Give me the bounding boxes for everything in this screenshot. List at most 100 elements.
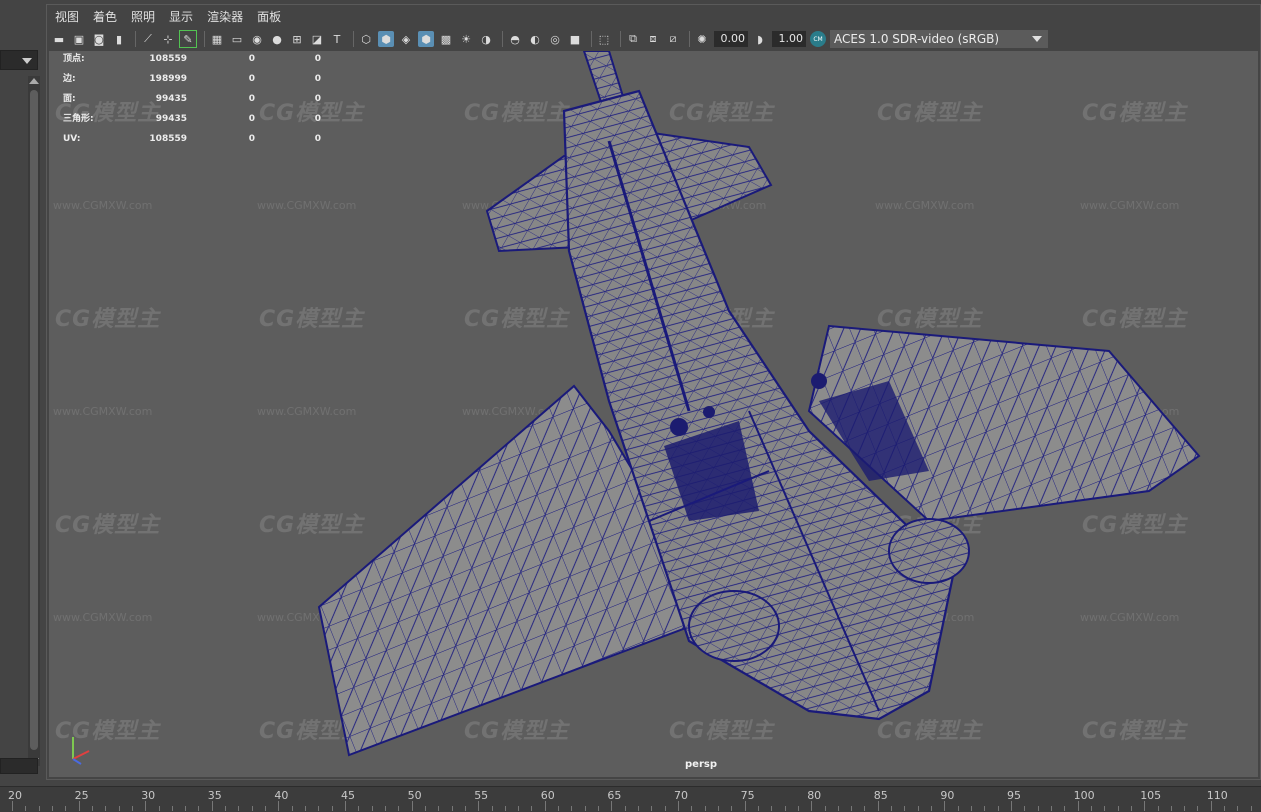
timeline-tick [531, 806, 533, 811]
timeline-tick [797, 806, 799, 811]
motion-blur-icon[interactable]: ◐ [527, 31, 543, 47]
timeline-tick [1197, 806, 1199, 811]
timeline-tick [1090, 806, 1092, 811]
timeline-tick [704, 806, 706, 811]
left-panel [0, 0, 44, 780]
isolate-select-icon[interactable]: ⬚ [596, 31, 612, 47]
panel-toolbar: ▬ ▣ ◙ ▮ ⟋ ⊹ ✎ ▦ ▭ ◉ ● ⊞ ◪ T ⬡ ⬢ ◈ ⬢ ▩ ☀ … [47, 27, 1260, 51]
gamma-icon[interactable]: ◗ [752, 31, 768, 47]
grid-icon[interactable]: ▦ [209, 31, 225, 47]
hud-v3: 0 [314, 134, 321, 144]
camera-icon[interactable]: ▬ [51, 31, 67, 47]
menu-shading[interactable]: 着色 [93, 8, 117, 25]
timeline-tick-label: 70 [674, 789, 688, 802]
timeline-tick-label: 95 [1007, 789, 1021, 802]
grease-pencil-icon[interactable]: ✎ [179, 30, 197, 48]
textured-icon[interactable]: ▩ [438, 31, 454, 47]
panel-menu-bar: 视图 着色 照明 显示 渲染器 面板 [47, 5, 1260, 27]
safe-title-icon[interactable]: T [329, 31, 345, 47]
exposure-icon[interactable]: ✺ [694, 31, 710, 47]
timeline-tick [717, 806, 719, 811]
left-bottom-field[interactable] [0, 758, 38, 774]
timeline-tick [105, 806, 107, 811]
timeline-tick [518, 806, 520, 811]
poly-count-hud: 顶点: 108559 0 0 边: 198999 0 0 面: 99435 0 0 三角形: 99435 0… [63, 53, 321, 153]
film-gate-icon[interactable]: ▭ [229, 31, 245, 47]
timeline-tick [78, 801, 80, 811]
toolbar-divider [689, 31, 690, 47]
timeline-tick [771, 806, 773, 811]
xray-icon[interactable]: ⧉ [625, 31, 641, 47]
hull-port [670, 418, 688, 436]
scrollbar-thumb[interactable] [30, 90, 38, 750]
timeline-tick [1011, 801, 1012, 811]
ambient-occlusion-icon[interactable]: ◓ [507, 31, 523, 47]
timeline-tick [1077, 801, 1079, 811]
toolbar-divider [135, 31, 136, 47]
hud-v3: 0 [314, 54, 321, 64]
timeline-tick [931, 806, 932, 811]
model-panel: 视图 着色 照明 显示 渲染器 面板 ▬ ▣ ◙ ▮ ⟋ ⊹ ✎ ▦ ▭ ◉ ●… [46, 4, 1261, 780]
timeline-tick [424, 806, 426, 811]
menu-panels[interactable]: 面板 [257, 8, 281, 25]
timeline-tick [957, 806, 959, 811]
hud-v3: 0 [314, 94, 321, 104]
bookmark-icon[interactable]: ▮ [111, 31, 127, 47]
backface-icon[interactable]: ⧄ [665, 31, 681, 47]
timeline-tick [1050, 806, 1052, 811]
wireframe-on-shaded-icon[interactable]: ◈ [398, 31, 414, 47]
timeline-tick [651, 806, 653, 811]
timeline-tick [571, 806, 573, 811]
timeline-tick [291, 806, 293, 811]
hud-v1: 108559 [149, 134, 187, 144]
hud-v1: 198999 [149, 74, 187, 84]
timeline-tick [211, 801, 213, 811]
timeline-tick [731, 806, 733, 811]
viewport-canvas[interactable]: CG模型主 www.CGMXW.com CG模型主 www.CGMXW.com CG模型… [49, 51, 1258, 777]
shadows-icon[interactable]: ◑ [478, 31, 494, 47]
camera-image-plane-icon[interactable]: ◙ [91, 31, 107, 47]
menu-renderer[interactable]: 渲染器 [207, 8, 243, 25]
field-chart-icon[interactable]: ⊞ [289, 31, 305, 47]
exposure-field[interactable]: 0.00 [714, 31, 748, 47]
resolution-gate-icon[interactable]: ◉ [249, 31, 265, 47]
left-dropdown[interactable] [0, 50, 38, 70]
safe-action-icon[interactable]: ◪ [309, 31, 325, 47]
lock-camera-icon[interactable]: ⊹ [160, 31, 176, 47]
timeline-tick [1130, 806, 1132, 811]
depth-of-field-icon[interactable]: ■ [567, 31, 583, 47]
hud-row: 三角形: 99435 0 0 [63, 113, 321, 133]
camera-attributes-icon[interactable]: ▣ [71, 31, 87, 47]
timeline-tick [984, 806, 986, 811]
hud-label: 三角形: [63, 114, 94, 124]
anti-aliasing-icon[interactable]: ◎ [547, 31, 563, 47]
timeline-tick [384, 806, 386, 811]
timeline-tick [1024, 806, 1026, 811]
select-camera-icon[interactable]: ⟋ [140, 31, 156, 47]
time-slider[interactable]: 20 25 30 35 40 45 50 55 60 65 70 75 80 85 90 95 100 105 11… [0, 786, 1261, 812]
timeline-tick [411, 801, 413, 811]
timeline-tick-label: 35 [207, 789, 222, 802]
gamma-field[interactable]: 1.00 [772, 31, 806, 47]
timeline-tick-label: 45 [341, 789, 355, 802]
color-space-dropdown[interactable]: ACES 1.0 SDR-video (sRGB) [830, 30, 1048, 48]
menu-lighting[interactable]: 照明 [131, 8, 155, 25]
timeline-tick-label: 65 [607, 789, 622, 802]
smooth-shade-icon[interactable]: ⬢ [378, 31, 394, 47]
xray-joints-icon[interactable]: ⧈ [645, 31, 661, 47]
use-all-lights-icon[interactable]: ☀ [458, 31, 474, 47]
timeline-tick [251, 806, 253, 811]
wireframe-icon[interactable]: ⬡ [358, 31, 374, 47]
hud-v3: 0 [314, 74, 321, 84]
menu-show[interactable]: 显示 [169, 8, 193, 25]
xray-active-icon[interactable]: ⬢ [418, 31, 434, 47]
timeline-tick [624, 806, 626, 811]
scroll-up-icon[interactable] [29, 78, 39, 84]
timeline-tick [265, 806, 266, 811]
gate-mask-icon[interactable]: ● [269, 31, 285, 47]
menu-view[interactable]: 视图 [55, 8, 79, 25]
color-management-icon[interactable]: CM [810, 31, 826, 47]
spaceship-model[interactable] [49, 51, 1258, 777]
left-scrollbar[interactable] [28, 76, 40, 766]
timeline-tick [238, 806, 240, 811]
